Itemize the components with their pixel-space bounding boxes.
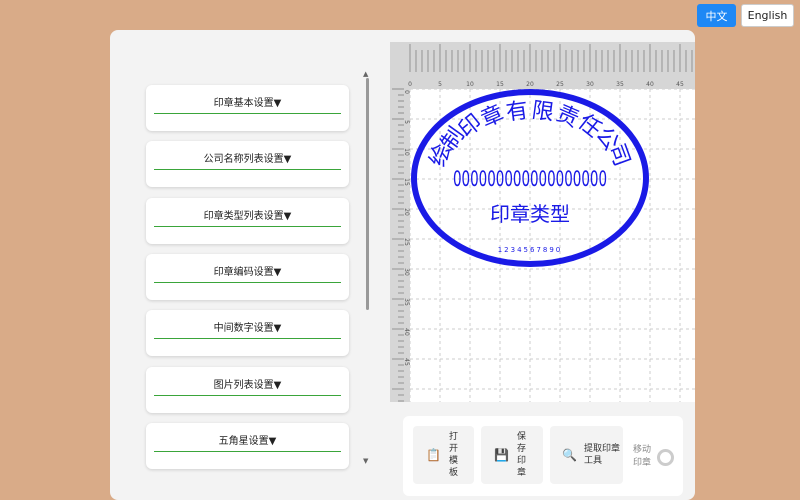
ruler-label: 25 xyxy=(556,81,564,88)
ruler-label: 0 xyxy=(403,90,410,94)
toolbar: 📋 打开模板 💾 保存印章 🔍 提取印章工具 移动印章 xyxy=(403,416,683,496)
section-2[interactable]: 印章类型列表设置▼ xyxy=(146,197,349,244)
ruler-label: 5 xyxy=(438,81,442,88)
ruler-label: 15 xyxy=(403,178,410,186)
save-stamp-button[interactable]: 💾 保存印章 xyxy=(481,426,543,484)
move-toggle[interactable] xyxy=(657,449,674,466)
ruler-label: 35 xyxy=(616,81,624,88)
stamp-company-char: 限 xyxy=(530,98,555,126)
ruler-label: 40 xyxy=(403,328,410,336)
lang-zh-button[interactable]: 中文 xyxy=(697,4,736,27)
section-divider xyxy=(154,225,341,227)
section-title: 图片列表设置▼ xyxy=(213,379,282,391)
section-title: 印章类型列表设置▼ xyxy=(203,210,292,222)
scrollbar[interactable] xyxy=(366,78,369,310)
section-6[interactable]: 五角星设置▼ xyxy=(146,422,349,469)
stamp-code: 1234567890 xyxy=(498,246,563,254)
extract-label: 提取印章工具 xyxy=(584,444,621,466)
section-0[interactable]: 印章基本设置▼ xyxy=(146,85,349,131)
ruler-label: 45 xyxy=(403,358,410,366)
scroll-up-arrow[interactable]: ▲ xyxy=(363,70,368,78)
section-title: 印章编码设置▼ xyxy=(213,266,282,278)
ruler-label: 15 xyxy=(496,81,504,88)
ruler-label: 30 xyxy=(403,268,410,276)
ruler-label: 20 xyxy=(526,81,534,88)
section-divider xyxy=(154,450,341,452)
section-divider xyxy=(154,394,341,396)
ruler-label: 30 xyxy=(586,81,594,88)
clipboard-icon: 📋 xyxy=(426,448,441,462)
ruler-label: 20 xyxy=(403,208,410,216)
move-label: 移动印章 xyxy=(633,445,652,468)
canvas-svg: 0 5 10 15 20 25 30 35 40 45051015202530354045绘制印章… xyxy=(390,42,695,402)
floppy-icon: 💾 xyxy=(494,448,509,462)
ruler-label: 40 xyxy=(646,81,654,88)
open-template-button[interactable]: 📋 打开模板 xyxy=(413,426,474,484)
stamp-type: 印章类型 xyxy=(490,202,570,226)
section-divider xyxy=(154,113,341,114)
section-divider xyxy=(154,169,341,171)
extract-tool-button[interactable]: 🔍 提取印章工具 xyxy=(550,426,623,484)
open-label: 打开模板 xyxy=(449,432,459,478)
section-5[interactable]: 图片列表设置▼ xyxy=(146,366,349,413)
ruler-label: 35 xyxy=(403,298,410,306)
scroll-down-arrow[interactable]: ▼ xyxy=(363,457,368,465)
main-card: 印章基本设置▼ 公司名称列表设置▼ 印章类型列表设置▼ 印章编码设置▼ 中间数字设置▼ 图… xyxy=(110,30,695,500)
save-label: 保存印章 xyxy=(517,432,527,478)
stamp-number: 000000000000000000 xyxy=(453,167,607,191)
section-divider xyxy=(154,281,341,283)
section-title: 印章基本设置▼ xyxy=(213,98,282,109)
section-4[interactable]: 中间数字设置▼ xyxy=(146,310,349,357)
stamp-canvas[interactable]: 0 5 10 15 20 25 30 35 40 45 0 5 10 15 20 25 30 35 40 45 绘制印章… xyxy=(390,42,695,402)
ruler-label: 5 xyxy=(403,120,410,124)
ruler-label: 0 xyxy=(408,81,412,88)
stamp-company-char: 有 xyxy=(505,98,530,126)
section-title: 五角星设置▼ xyxy=(218,435,277,447)
ruler-label: 25 xyxy=(403,238,410,246)
ruler-label: 10 xyxy=(403,148,410,156)
section-title: 公司名称列表设置▼ xyxy=(203,154,292,166)
ruler-label: 10 xyxy=(466,81,474,88)
search-icon: 🔍 xyxy=(562,448,577,462)
section-title: 中间数字设置▼ xyxy=(213,323,282,335)
left-ruler xyxy=(390,42,410,402)
section-1[interactable]: 公司名称列表设置▼ xyxy=(146,141,349,188)
ruler-label: 45 xyxy=(676,81,684,88)
section-divider xyxy=(154,338,341,340)
section-3[interactable]: 印章编码设置▼ xyxy=(146,253,349,300)
lang-en-button[interactable]: English xyxy=(741,4,794,27)
